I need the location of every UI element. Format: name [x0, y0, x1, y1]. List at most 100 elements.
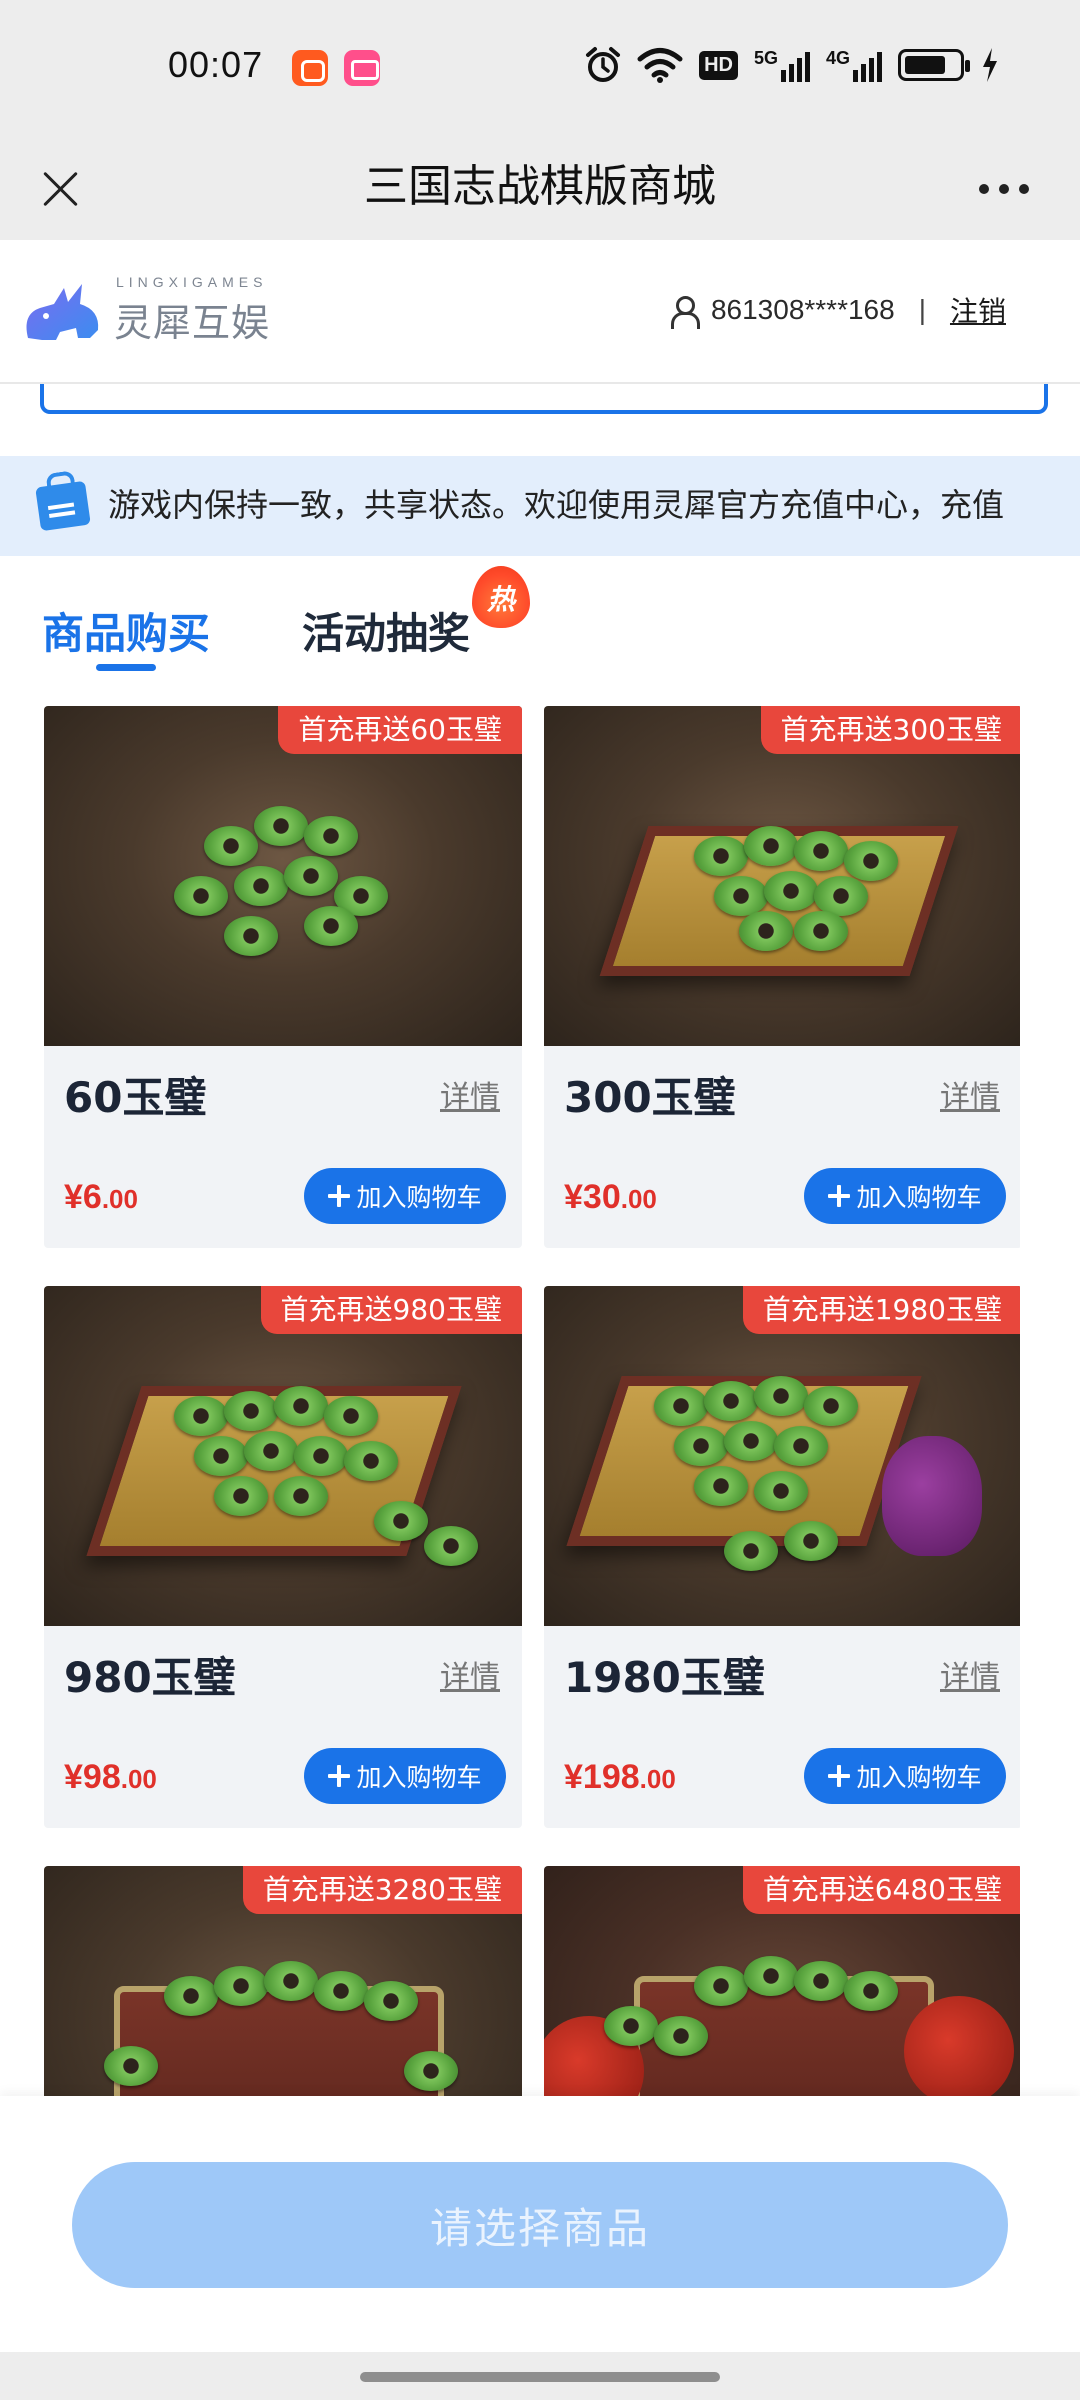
- jade-disc-icon: [174, 876, 228, 916]
- jade-disc-icon: [344, 1441, 398, 1481]
- hot-badge: 热: [472, 566, 530, 628]
- 4g-label: 4G: [825, 48, 850, 68]
- navigation-bar: [0, 2352, 1080, 2400]
- jade-disc-icon: [274, 1476, 328, 1516]
- add-to-cart-button[interactable]: 加入购物车: [804, 1748, 1006, 1804]
- user-account-id: 861308****168: [710, 294, 895, 325]
- product-price: ¥98.00: [64, 1758, 157, 1797]
- jade-disc-icon: [234, 866, 288, 906]
- product-image: 首充再送3280玉璧: [44, 1866, 522, 2096]
- logo-chinese-text: 灵犀互娱: [114, 301, 271, 345]
- plus-icon: [328, 1765, 351, 1787]
- product-price: ¥198.00: [564, 1758, 676, 1797]
- detail-link[interactable]: 详情: [940, 1652, 1000, 1696]
- bilibili-app-icon: [344, 50, 380, 86]
- jade-disc-icon: [704, 1381, 758, 1421]
- kuaishou-app-icon: [292, 50, 328, 86]
- logout-link[interactable]: 注销: [950, 290, 1006, 330]
- jade-disc-icon: [214, 1966, 268, 2006]
- add-to-cart-label: 加入购物车: [356, 1763, 482, 1792]
- tab-lottery-event[interactable]: 活动抽奖 热: [302, 566, 530, 661]
- jade-disc-icon: [694, 1966, 748, 2006]
- jade-disc-icon: [204, 826, 258, 866]
- product-card[interactable]: 首充再送6480玉璧: [544, 1866, 1020, 2096]
- lingxi-logo[interactable]: LINGXIGAMES 灵犀互娱: [20, 274, 270, 350]
- jade-disc-icon: [304, 906, 358, 946]
- jade-disc-icon: [794, 1961, 848, 2001]
- logo-english-text: LINGXIGAMES: [116, 274, 268, 290]
- page: 00:07 HD 5G 4G 三国志战棋版商城 LINGXIGAMES 灵犀互娱…: [0, 0, 1080, 2400]
- 5g-signal-icon: 5G: [754, 48, 810, 82]
- product-image: 首充再送6480玉璧: [544, 1866, 1020, 2096]
- tab-label: 活动抽奖: [302, 609, 471, 658]
- product-price: ¥6.00: [64, 1178, 138, 1217]
- jade-disc-icon: [314, 1971, 368, 2011]
- detail-link[interactable]: 详情: [440, 1072, 500, 1116]
- hd-icon: HD: [699, 50, 738, 80]
- jade-disc-icon: [164, 1976, 218, 2016]
- product-price: ¥30.00: [564, 1178, 657, 1217]
- product-card[interactable]: 首充再送60玉璧 60玉璧 详情 ¥6.00 加入购物车: [44, 706, 522, 1248]
- status-bar: 00:07 HD 5G 4G: [0, 0, 1080, 136]
- price-decimal: .00: [620, 1184, 657, 1214]
- jade-disc-icon: [294, 1436, 348, 1476]
- select-product-button[interactable]: 请选择商品: [72, 2162, 1008, 2288]
- product-name: 1980玉璧: [564, 1653, 765, 1702]
- jade-disc-icon: [244, 1431, 298, 1471]
- detail-link[interactable]: 详情: [440, 1652, 500, 1696]
- add-to-cart-label: 加入购物车: [356, 1183, 482, 1212]
- jade-disc-icon: [224, 1391, 278, 1431]
- user-icon: [669, 295, 700, 329]
- jade-disc-icon: [674, 1426, 728, 1466]
- add-to-cart-button[interactable]: 加入购物车: [304, 1748, 506, 1804]
- add-to-cart-button[interactable]: 加入购物车: [304, 1168, 506, 1224]
- jade-disc-icon: [304, 816, 358, 856]
- jade-disc-icon: [794, 911, 848, 951]
- jade-disc-icon: [754, 1471, 808, 1511]
- status-time: 00:07: [168, 44, 264, 85]
- jade-disc-icon: [844, 841, 898, 881]
- home-indicator[interactable]: [360, 2372, 720, 2382]
- red-pouch: [904, 1996, 1014, 2096]
- jade-disc-icon: [654, 2016, 708, 2056]
- product-image: 首充再送60玉璧: [44, 706, 522, 1046]
- user-area: 861308****168 | 注销: [669, 290, 1006, 330]
- tab-product-purchase[interactable]: 商品购买: [42, 600, 210, 671]
- notice-bar: 游戏内保持一致，共享状态。欢迎使用灵犀官方充值中心，充值: [0, 456, 1080, 556]
- price-decimal: .00: [120, 1764, 157, 1794]
- price-decimal: .00: [639, 1764, 676, 1794]
- plus-icon: [828, 1185, 851, 1207]
- price-integer: ¥198: [564, 1758, 640, 1796]
- product-image: 首充再送1980玉璧: [544, 1286, 1020, 1626]
- title-bar: 三国志战棋版商城: [0, 136, 1080, 240]
- wifi-icon: [637, 48, 683, 83]
- dot-icon: [979, 184, 989, 194]
- product-card[interactable]: 首充再送980玉璧 980玉璧 详情 ¥98.00 加入购物车: [44, 1286, 522, 1828]
- product-image: 首充再送980玉璧: [44, 1286, 522, 1626]
- plus-icon: [328, 1185, 351, 1207]
- promo-badge: 首充再送300玉璧: [760, 706, 1020, 754]
- bottom-action-bar: 请选择商品: [0, 2096, 1080, 2352]
- promo-badge: 首充再送60玉璧: [278, 706, 522, 754]
- add-to-cart-button[interactable]: 加入购物车: [804, 1168, 1006, 1224]
- jade-disc-icon: [764, 871, 818, 911]
- site-header: LINGXIGAMES 灵犀互娱 861308****168 | 注销: [0, 240, 1080, 384]
- product-name: 980玉璧: [64, 1653, 236, 1702]
- jade-disc-icon: [814, 876, 868, 916]
- jade-disc-icon: [694, 836, 748, 876]
- jade-disc-icon: [604, 2006, 658, 2046]
- product-card[interactable]: 首充再送300玉璧 300玉璧 详情 ¥30.00 加入购物车: [544, 706, 1020, 1248]
- jade-disc-icon: [714, 876, 768, 916]
- shopping-bag-icon: [35, 480, 91, 532]
- jade-disc-icon: [324, 1396, 378, 1436]
- collapsed-panel-frame: [40, 384, 1048, 414]
- notice-text: 游戏内保持一致，共享状态。欢迎使用灵犀官方充值中心，充值: [108, 486, 1005, 524]
- more-options-button[interactable]: [964, 164, 1044, 214]
- detail-link[interactable]: 详情: [940, 1072, 1000, 1116]
- price-integer: ¥30: [564, 1178, 621, 1216]
- battery-icon: [898, 49, 970, 81]
- jade-disc-icon: [804, 1386, 858, 1426]
- product-card[interactable]: 首充再送3280玉璧: [44, 1866, 522, 2096]
- jade-disc-icon: [264, 1961, 318, 2001]
- product-card[interactable]: 首充再送1980玉璧 1980玉璧 详情 ¥198.00 加入购物车: [544, 1286, 1020, 1828]
